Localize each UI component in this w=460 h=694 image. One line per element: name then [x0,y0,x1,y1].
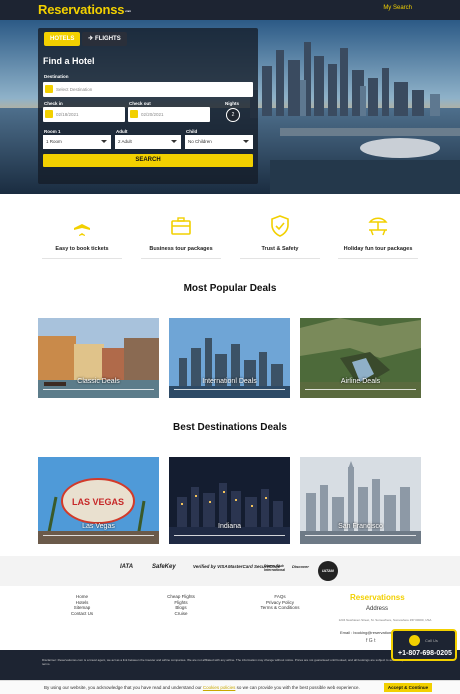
social-links: f G t [366,638,375,644]
cookie-text: By using our website, you acknowledge th… [44,685,360,690]
deal-card-classic[interactable]: Classic Deals [38,318,159,398]
destination-label: Destination [44,74,69,79]
briefcase-icon [171,217,191,235]
top-bar: Reservationsscom My Search [0,0,460,20]
room-select[interactable]: 1 Room [43,135,111,149]
call-us-widget[interactable]: Call Us +1-807-698-0205 [391,629,457,661]
calendar-icon [130,110,138,118]
phone-icon [409,635,420,646]
footer-links-col2: Cheap Flights Flights Blogs Cruise [156,594,206,616]
destination-input[interactable]: Select Destination [43,82,253,97]
call-label: Call Us [425,638,438,643]
chevron-down-icon [243,140,249,143]
hotel-search-panel: HOTELS ✈ FLIGHTS Find a Hotel Destination… [38,28,258,184]
logo[interactable]: Reservationsscom [38,2,131,17]
deal-label: Internationl Deals [202,378,257,385]
nights-count: 2 [226,108,240,122]
calendar-icon [45,110,53,118]
las-vegas-sign-image: LAS VEGAS [38,457,159,544]
footer-brand: Reservationss [350,593,405,602]
night-city-image [169,457,290,544]
city-skyline-image [169,318,290,398]
feature-easy-booking: Easy to book tickets [27,214,137,259]
location-pin-icon [45,85,53,93]
deal-card-international[interactable]: Internationl Deals [169,318,290,398]
plane-icon [74,216,90,236]
feature-holiday-tours: Holiday fun tour packages [323,214,433,259]
hero-banner: HOTELS ✈ FLIGHTS Find a Hotel Destination… [0,20,460,194]
disclaimer-text: Disclaimer: Reservationss.com is a trave… [42,658,419,666]
nights-label: Nights [225,101,239,106]
panel-title: Find a Hotel [43,56,95,66]
canyon-landscape-image [300,318,421,398]
safekey-logo: SafeKey [152,564,176,570]
footer-address-text: 1234 Newhaven Street, St. Somewhere, Som… [338,618,432,622]
search-tabs: HOTELS ✈ FLIGHTS [44,32,129,46]
child-select[interactable]: No Children [185,135,253,149]
search-button[interactable]: SEARCH [43,154,253,167]
destination-label: Indiana [218,523,241,530]
tab-hotels[interactable]: HOTELS [44,32,81,46]
chevron-down-icon [101,140,107,143]
destination-label: Las Vegas [82,523,115,530]
footer-links-col3: FAQs Privacy Policy Terms & Conditions [252,594,308,611]
beach-chair-icon [368,217,388,236]
svg-text:LAS VEGAS: LAS VEGAS [72,497,124,507]
footer-link[interactable]: Contact Us [62,611,102,617]
destination-card-las-vegas[interactable]: LAS VEGAS Las Vegas [38,457,159,544]
verified-by-visa-logo: Verified by VISA [193,564,228,569]
deal-card-airline[interactable]: Airline Deals [300,318,421,398]
checkout-label: Check out [129,101,151,106]
san-francisco-skyline-image [300,457,421,544]
google-plus-icon[interactable]: G [369,638,373,644]
footer-link[interactable]: Terms & Conditions [252,605,308,611]
iata-logo: IATA [120,564,134,570]
accept-cookies-button[interactable]: Accept & Continue [384,683,432,692]
my-search-link[interactable]: My Search [383,5,412,11]
features-row: Easy to book tickets Business tour packa… [0,210,460,270]
shield-icon [271,215,289,237]
room-label: Room 1 [44,129,61,134]
footer-links-col1: Home Hotels Sitemap Contact Us [62,594,102,616]
diners-club-logo: Diners Club International [264,564,286,572]
cookies-policy-link[interactable]: Cookies policies [203,685,236,690]
checkin-label: Check in [44,101,63,106]
destination-card-san-francisco[interactable]: San Francisco [300,457,421,544]
adult-select[interactable]: 2 Adult [115,135,181,149]
feature-trust-safety: Trust & Safety [225,214,335,259]
destination-label: San Francisco [338,523,383,530]
destinations-heading: Best Destinations Deals [173,422,287,433]
child-label: Child [186,129,198,134]
footer-address-label: Address [366,606,389,612]
checkin-input[interactable]: 02/18/2021 [43,107,125,122]
call-number[interactable]: +1-807-698-0205 [395,650,455,657]
cookie-bar: By using our website, you acknowledge th… [0,680,460,694]
popular-deals-heading: Most Popular Deals [183,283,277,294]
tab-flights[interactable]: ✈ FLIGHTS [82,32,127,46]
deal-label: Airline Deals [340,378,381,385]
twitter-icon[interactable]: t [374,638,375,644]
adult-label: Adult [116,129,128,134]
deal-label: Classic Deals [77,378,120,385]
footer-link[interactable]: Cruise [156,611,206,617]
facebook-icon[interactable]: f [366,638,367,644]
venice-canal-image [38,318,159,398]
checkout-input[interactable]: 02/20/2021 [128,107,210,122]
chevron-down-icon [171,140,177,143]
destination-card-indiana[interactable]: Indiana [169,457,290,544]
partner-logos: IATA SafeKey Verified by VISA MasterCard… [0,556,460,586]
feature-business-tours: Business tour packages [126,214,236,259]
discover-logo: Discover [292,564,309,569]
iatan-logo: IATAN [318,561,338,581]
